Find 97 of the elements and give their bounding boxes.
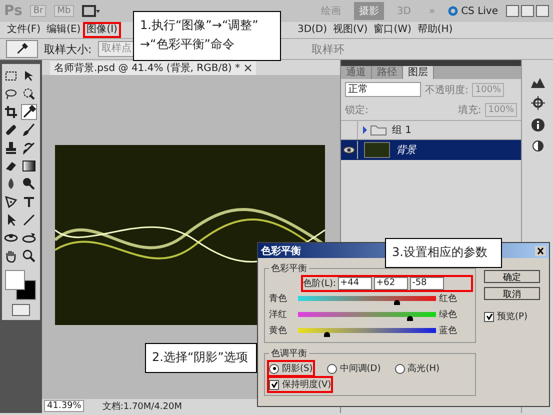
check-icon [270, 381, 278, 388]
panel-tab[interactable]: 图层 [403, 66, 434, 79]
hand-icon [4, 249, 18, 263]
sample-size-label: 取样大小: [44, 42, 92, 56]
eyedropper-icon [22, 105, 36, 119]
group-title: 色调平衡 [270, 348, 308, 360]
layer-name: 组 1 [392, 124, 412, 137]
layout-icon[interactable] [82, 5, 100, 17]
zoom-level[interactable]: 41.39% [44, 400, 84, 412]
line-icon [22, 213, 36, 227]
checkbox[interactable]: 预览(P) [484, 310, 540, 323]
cs-live-button[interactable]: CS Live [448, 6, 498, 16]
history-brush-icon [22, 141, 36, 155]
document-tab[interactable]: 名师背景.psd @ 41.4% (背景, RGB/8) * [50, 60, 256, 74]
fill-label: 填充: [458, 104, 482, 117]
line-tool[interactable] [21, 212, 37, 228]
slider-right-label: 蓝色 [439, 324, 457, 336]
sample-ring-label: 取样环 [312, 42, 345, 56]
stamp-tool[interactable] [3, 140, 19, 156]
pen-tool[interactable] [3, 194, 19, 210]
levels-label: 色阶(L): [303, 278, 336, 290]
close-icon[interactable] [244, 64, 252, 72]
crop-icon [4, 105, 18, 119]
close-icon[interactable] [535, 246, 546, 256]
minimize-button[interactable] [506, 5, 519, 17]
maximize-button[interactable] [521, 5, 534, 17]
radio-option[interactable]: 阴影(S) [269, 362, 313, 375]
eye-icon[interactable] [343, 146, 355, 154]
zoom-tool[interactable] [21, 248, 37, 264]
lasso-icon [4, 87, 18, 101]
dialog-title: 色彩平衡 [261, 244, 301, 258]
lock-label: 锁定: [345, 104, 368, 117]
color-swatches-drawing[interactable] [3, 270, 39, 300]
menu-item[interactable]: 编辑(E) [44, 23, 84, 37]
stamp-icon [4, 141, 18, 155]
callout-note: 3.设置相应的参数 [385, 238, 502, 268]
ring-icon [448, 6, 458, 16]
menu-item[interactable]: 窗口(W) [370, 23, 414, 37]
slider-left-label: 青色 [269, 292, 288, 304]
slider-thumb[interactable] [324, 332, 330, 336]
dialog-button[interactable]: 确定 [484, 270, 540, 283]
eyedropper-tool[interactable] [21, 104, 37, 120]
slider-thumb[interactable] [406, 316, 413, 320]
layer-thumbnail [364, 142, 390, 158]
dialog-button[interactable]: 取消 [484, 287, 540, 300]
zoom-icon [22, 249, 36, 263]
gradient-icon [22, 159, 36, 173]
pen-icon [4, 195, 18, 209]
checkbox[interactable]: 保持明度(V) [269, 378, 332, 391]
dodge-icon [22, 177, 36, 191]
app-logo: Ps [4, 3, 22, 19]
menu-item[interactable]: 帮助(H) [414, 23, 456, 37]
gradient-tool[interactable] [21, 158, 37, 174]
layer-name: 背景 [396, 144, 416, 157]
wheel-icon[interactable] [530, 96, 544, 110]
level-field[interactable]: +44 [338, 277, 372, 290]
check-icon [486, 313, 492, 320]
folder-icon [362, 124, 388, 136]
quick-mask-button[interactable] [12, 304, 30, 316]
contrast-icon[interactable] [532, 140, 544, 152]
level-field[interactable]: -58 [410, 277, 444, 290]
dodge-tool[interactable] [21, 176, 37, 192]
orbit-icon [22, 231, 36, 245]
histogram-icon[interactable] [530, 76, 544, 88]
slider-left-label: 黄色 [269, 324, 288, 336]
marquee-icon [4, 69, 18, 83]
opacity-label: 不透明度: [425, 84, 468, 96]
blend-mode-dropdown[interactable]: 正常 [345, 82, 421, 97]
quick-select-tool[interactable] [21, 86, 37, 102]
radio-option[interactable]: 高光(H) [394, 362, 440, 375]
callout-note: 2.选择“阴影”选项 [145, 343, 257, 373]
type-tool[interactable] [21, 194, 37, 210]
slider-thumb[interactable] [394, 300, 400, 304]
crop-tool[interactable] [3, 104, 19, 120]
document-size: 文档:1.70M/4.20M [102, 400, 182, 412]
eraser-icon [4, 159, 18, 173]
menu-item[interactable]: 3D(D) [294, 23, 330, 37]
quick-select-icon [22, 87, 36, 101]
brush-tool[interactable] [21, 122, 37, 138]
level-field[interactable]: +62 [374, 277, 408, 290]
layer-row[interactable]: 背景 [341, 139, 521, 160]
close-button[interactable] [536, 5, 549, 17]
type-icon [22, 195, 36, 209]
menu-item[interactable]: 图像(I) [84, 23, 120, 37]
callout-note: 1.执行“图像”→“调整” →“色彩平衡”命令 [133, 11, 281, 61]
history-brush-tool[interactable] [21, 140, 37, 156]
slider-left-label: 洋红 [269, 308, 288, 320]
group-title: 色彩平衡 [270, 262, 308, 275]
slider-right-label: 红色 [439, 292, 457, 304]
slider-right-label: 绿色 [439, 308, 457, 320]
tool-preset-picker[interactable] [6, 40, 38, 58]
brush-icon [22, 123, 36, 137]
eyedropper-icon [16, 43, 28, 55]
menu-item[interactable]: 视图(V) [330, 23, 371, 37]
info-icon[interactable] [530, 118, 544, 132]
menu-item[interactable]: 文件(F) [4, 23, 44, 37]
radio-option[interactable]: 中间调(D) [326, 362, 381, 375]
